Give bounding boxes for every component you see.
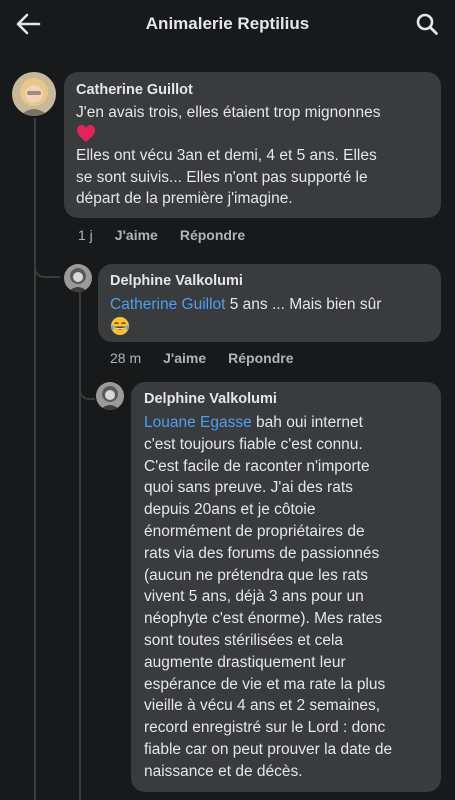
heart-icon: [77, 124, 95, 142]
comment-line: record enregistré sur le Lord : donc: [144, 719, 386, 737]
comment-time[interactable]: 1 j: [78, 227, 93, 243]
comment-line: 5 ans ... Mais bien sûr: [225, 296, 382, 313]
comment-line: énormément de propriétaires de: [144, 522, 365, 540]
comment-line: augmente drastiquement leur: [144, 653, 346, 671]
reply-button[interactable]: Répondre: [228, 350, 293, 366]
comment-line: Elles ont vécu 3an et demi, 4 et 5 ans. …: [76, 146, 377, 164]
avatar-image: [12, 72, 56, 116]
comment-line: vieille à vécu 4 ans et 2 semaines,: [144, 697, 381, 715]
thread-line: [79, 292, 81, 800]
laughing-emoji: [110, 316, 429, 337]
comment-line: sont toutes stérilisées et cela: [144, 631, 344, 649]
comment-text: J'en avais trois, elles étaient trop mig…: [76, 102, 429, 210]
comment-line: C'est facile de raconter n'importe: [144, 457, 370, 475]
mention-link[interactable]: Louane Egasse: [144, 414, 252, 431]
thread-line: [34, 118, 36, 800]
comment-line: départ de la première j'imagine.: [76, 190, 293, 208]
search-icon: [416, 13, 438, 35]
comment-line: rats via des forums de passionnés: [144, 544, 380, 562]
comment-line: espérance de vie et ma rate la plus: [144, 675, 386, 693]
avatar[interactable]: [96, 382, 124, 410]
thread-connector: [34, 248, 60, 278]
comment-time[interactable]: 28 m: [110, 350, 141, 366]
arrow-left-icon: [16, 13, 41, 35]
comment-line: Louane Egasse bah oui internet: [144, 412, 428, 434]
comment-actions: 28 m J'aime Répondre: [110, 350, 294, 366]
comment-bubble: Delphine Valkolumi Louane Egasse bah oui…: [131, 382, 441, 792]
comment-line: néophyte c'est énorme). Mes rates: [144, 610, 383, 628]
comment-line-text: bah oui internet: [251, 414, 363, 431]
comment-text: Catherine Guillot 5 ans ... Mais bien sû…: [110, 294, 429, 337]
mention-link[interactable]: Catherine Guillot: [110, 296, 225, 313]
avatar[interactable]: [64, 264, 92, 292]
search-button[interactable]: [413, 10, 441, 38]
comment-line: vivent 5 ans, déjà 3 ans pour un: [144, 588, 364, 606]
thread-connector: [79, 370, 95, 400]
back-button[interactable]: [12, 9, 44, 39]
comment-author[interactable]: Delphine Valkolumi: [144, 390, 428, 409]
comment-line: J'en avais trois, elles étaient trop mig…: [76, 104, 381, 121]
avatar-image: [96, 382, 124, 410]
tears-of-joy-icon: [111, 316, 129, 335]
avatar-image: [64, 264, 92, 292]
comment-bubble: Catherine Guillot J'en avais trois, elle…: [64, 72, 441, 218]
comment-line: depuis 20ans et je côtoie: [144, 501, 316, 519]
comment-text: Louane Egasse bah oui internet c'est tou…: [144, 412, 428, 783]
like-button[interactable]: J'aime: [115, 227, 158, 243]
comment-bubble: Delphine Valkolumi Catherine Guillot 5 a…: [98, 264, 441, 342]
heart-emoji: [76, 124, 429, 145]
page-title: Animalerie Reptilius: [145, 14, 310, 33]
comment-line: fiable car on peut prouver la date de: [144, 740, 393, 758]
comment-author[interactable]: Catherine Guillot: [76, 81, 429, 100]
comment-author[interactable]: Delphine Valkolumi: [110, 272, 429, 291]
reply-button[interactable]: Répondre: [180, 227, 245, 243]
avatar[interactable]: [12, 72, 56, 116]
comment-line: (aucun ne prétendra que les rats: [144, 566, 369, 584]
like-button[interactable]: J'aime: [163, 350, 206, 366]
app-header: Animalerie Reptilius: [0, 0, 455, 48]
comment-line: naissance et de décès.: [144, 762, 303, 780]
comment-line: quoi sans preuve. J'ai des rats: [144, 479, 353, 497]
comment-line: se sont suivis... Elles n'ont pas suppor…: [76, 168, 368, 186]
comment-line: c'est toujours fiable c'est connu.: [144, 435, 363, 453]
comment-actions: 1 j J'aime Répondre: [78, 227, 245, 243]
